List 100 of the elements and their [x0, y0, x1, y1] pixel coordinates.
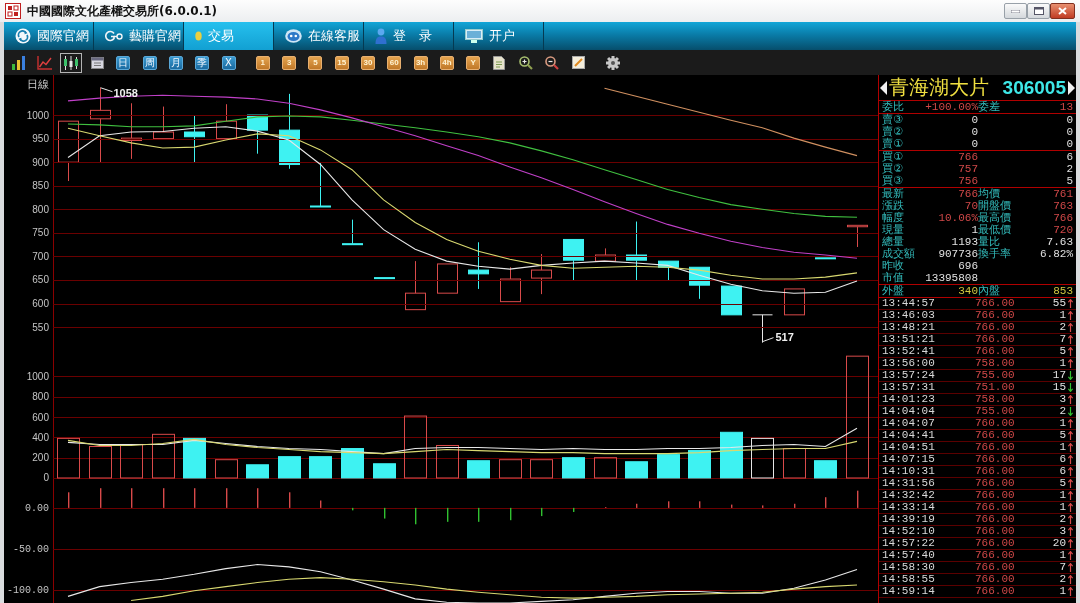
circular-arrows-icon: [15, 28, 31, 44]
trade-price: 766.00: [974, 334, 1016, 345]
trade-volume: 1: [1058, 550, 1066, 561]
quote-label: 幅度: [882, 212, 905, 224]
nav-tab[interactable]: 交易: [184, 22, 274, 50]
axis-label: 1000: [26, 370, 49, 382]
trade-time: 14:58:55: [882, 574, 936, 585]
left-triangle-icon[interactable]: [880, 80, 887, 95]
quote-label: 漲跌: [882, 200, 905, 212]
bid-label: 買①: [882, 151, 904, 163]
period-button[interactable]: X: [221, 55, 236, 70]
ask-label: 賣③: [882, 114, 904, 126]
trade-price: 755.00: [974, 406, 1016, 417]
trade-price: 766.00: [974, 298, 1016, 309]
quote-value: 853: [1052, 285, 1073, 297]
axis-label: 0: [43, 472, 49, 484]
maximize-button[interactable]: [1027, 3, 1050, 19]
trade-volume: 7: [1058, 562, 1066, 573]
trade-time: 13:56:00: [882, 358, 936, 369]
trade-price: 766.00: [974, 550, 1016, 561]
axis-label: 600: [32, 298, 49, 310]
zoom-out-icon[interactable]: [545, 55, 560, 70]
trade-price: 766.00: [974, 310, 1016, 321]
chart-type-button[interactable]: [59, 52, 82, 73]
settings-icon[interactable]: [605, 55, 620, 70]
trade-time: 14:04:04: [882, 406, 936, 417]
trade-time: 13:51:21: [882, 334, 936, 345]
right-triangle-icon[interactable]: [1068, 80, 1075, 95]
zoom-in-icon[interactable]: [518, 55, 533, 70]
bid-label: 買②: [882, 163, 904, 175]
quote-label: 成交額: [882, 248, 916, 260]
quote-value: 907736: [937, 248, 978, 260]
trade-volume: 2: [1058, 514, 1066, 525]
trade-price: 766.00: [974, 586, 1016, 597]
axis-label: -50.00: [13, 544, 49, 556]
trade-time: 13:52:41: [882, 346, 936, 357]
minute-button[interactable]: 5: [308, 55, 323, 70]
minute-button[interactable]: 3h: [413, 55, 428, 70]
minimize-icon: [1011, 9, 1020, 13]
trade-price: 766.00: [974, 346, 1016, 357]
trade-price: 766.00: [974, 562, 1016, 573]
axis-label: 0.00: [25, 503, 49, 515]
quote-label: 總量: [882, 236, 905, 248]
ask-label: 賣②: [882, 126, 904, 138]
trade-volume: 2: [1058, 406, 1066, 417]
trade-time: 14:04:07: [882, 418, 936, 429]
quote-value: 761: [1052, 188, 1073, 200]
minute-button[interactable]: 4h: [439, 55, 454, 70]
quote-label: 均價: [978, 188, 1001, 200]
monitor-icon: [465, 29, 483, 43]
quote-value: 10.06%: [937, 212, 978, 224]
trade-volume: 7: [1058, 334, 1066, 345]
trade-price: 751.00: [974, 382, 1016, 393]
trade-price: 766.00: [974, 490, 1016, 501]
logo-icon: [5, 3, 21, 19]
window-title: 中國國際文化產權交易所(6.0.0.1): [27, 2, 218, 20]
minute-button[interactable]: 15: [334, 55, 349, 70]
trade-price: 766.00: [974, 514, 1016, 525]
quote-value: 1193: [950, 236, 978, 248]
edit-icon[interactable]: [571, 56, 585, 69]
candlestick-icon: [62, 55, 79, 70]
axis-label: 400: [32, 431, 49, 443]
trade-volume: 20: [1051, 538, 1066, 549]
ask-volume: 0: [1065, 114, 1073, 126]
close-button[interactable]: [1050, 3, 1075, 19]
quote-value: 766: [957, 188, 978, 200]
trade-time: 14:33:14: [882, 502, 936, 513]
axis-label: 550: [32, 321, 49, 333]
period-button[interactable]: 周: [142, 55, 157, 70]
trade-time: 14:07:15: [882, 454, 936, 465]
notepad-icon[interactable]: [493, 55, 506, 70]
axis-label: 1000: [26, 109, 49, 121]
bid-volume: 6: [1065, 151, 1073, 163]
axis-label: 800: [32, 203, 49, 215]
trade-price: 766.00: [974, 574, 1016, 585]
trade-time: 14:58:30: [882, 562, 936, 573]
trade-volume: 6: [1058, 466, 1066, 477]
period-button[interactable]: 日: [116, 55, 131, 70]
maximize-icon: [1033, 7, 1044, 15]
bid-price: 757: [957, 163, 978, 175]
trade-volume: 1: [1058, 490, 1066, 501]
quote-value: 7.63: [1045, 236, 1073, 248]
trade-volume: 1: [1058, 502, 1066, 513]
trade-volume: 1: [1058, 442, 1066, 453]
minute-button[interactable]: 30: [361, 55, 375, 70]
trade-volume: 17: [1051, 370, 1066, 381]
period-button[interactable]: 季: [195, 55, 210, 70]
period-button[interactable]: 月: [168, 55, 183, 70]
minute-button[interactable]: 60: [387, 55, 402, 70]
calendar-icon[interactable]: [90, 56, 104, 69]
trade-time: 14:39:19: [882, 514, 936, 525]
quote-label: 最新: [882, 188, 905, 200]
trade-volume: 5: [1058, 430, 1066, 441]
minute-button[interactable]: 1: [255, 55, 270, 70]
chart-type-button[interactable]: [11, 55, 25, 70]
minute-button[interactable]: Y: [466, 55, 481, 70]
trade-price: 766.00: [974, 454, 1016, 465]
minute-button[interactable]: 3: [282, 55, 297, 70]
ask-price: 0: [970, 126, 978, 138]
trade-time: 14:32:42: [882, 490, 936, 501]
